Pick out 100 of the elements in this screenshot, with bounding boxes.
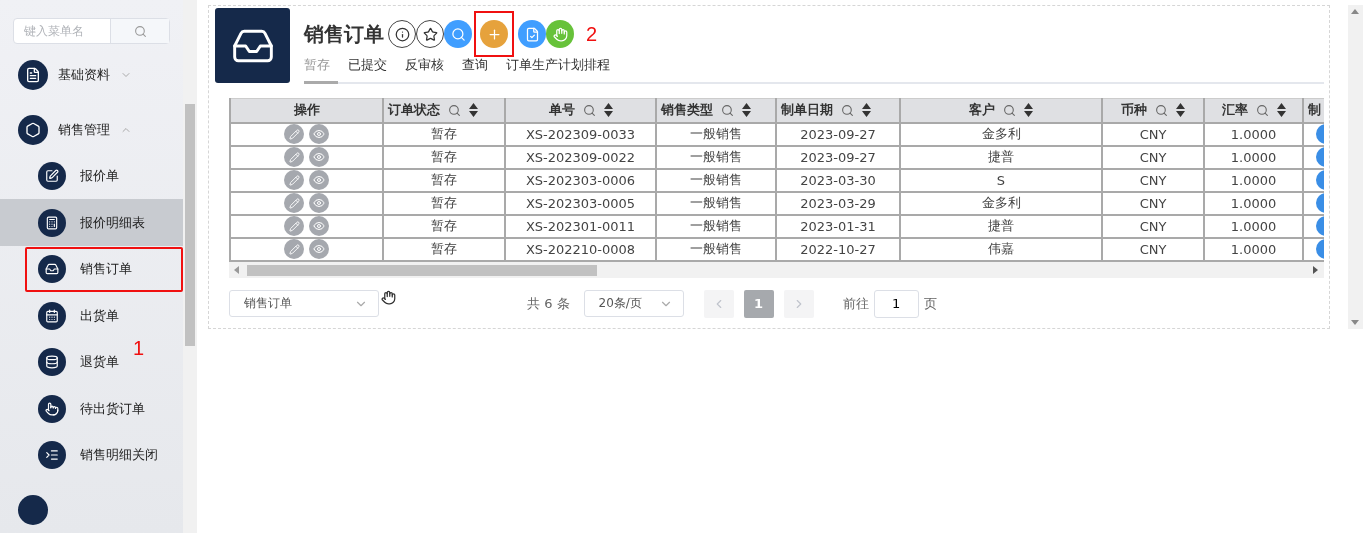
view-button[interactable] [309, 170, 329, 190]
sort-icon[interactable] [603, 103, 613, 118]
sort-icon[interactable] [1176, 103, 1185, 118]
list-icon [38, 441, 66, 470]
table-cell: 暂存 [431, 241, 457, 256]
annotation-number: 1 [133, 338, 145, 358]
tab[interactable]: 订单生产计划排程 [506, 54, 618, 84]
scrollbar[interactable] [1348, 5, 1363, 329]
eye-icon [313, 220, 325, 232]
page-input[interactable]: 1 [873, 289, 919, 318]
menu-item[interactable]: 待出货订单 [80, 399, 145, 418]
menu-item[interactable]: 销售订单 [80, 260, 132, 279]
table-cell: XS-202309-0033 [525, 126, 636, 142]
column-header: 制 [1308, 101, 1321, 120]
calculator-icon [38, 208, 66, 237]
table-cell: 暂存 [431, 149, 457, 164]
edit-icon [38, 162, 66, 191]
pencil-icon [288, 197, 300, 209]
sort-icon[interactable] [1024, 103, 1033, 118]
table-cell: 2023-09-27 [800, 149, 876, 165]
menu-search-field[interactable]: 键入菜单名 [13, 18, 170, 45]
sort-icon[interactable] [469, 103, 478, 118]
table-cell: 一般销售 [690, 195, 742, 210]
document-check-button[interactable] [518, 20, 546, 48]
table-cell: 1.0000 [1230, 172, 1277, 188]
document-check-icon [524, 26, 540, 42]
table-cell: 暂存 [431, 172, 457, 187]
search-icon[interactable] [582, 103, 596, 117]
favorite-button[interactable] [416, 20, 444, 48]
column-header: 订单状态 [388, 101, 440, 120]
column-header: 操作 [293, 101, 320, 120]
sort-icon[interactable] [1276, 103, 1286, 118]
search-icon[interactable] [1003, 103, 1016, 117]
table-cell: 2022-10-27 [800, 241, 876, 257]
search-icon[interactable] [448, 103, 461, 117]
view-button[interactable] [309, 124, 329, 144]
search-icon[interactable] [721, 103, 734, 117]
edit-button[interactable] [284, 239, 304, 259]
view-button[interactable] [309, 239, 329, 259]
hand-icon[interactable] [381, 289, 396, 305]
search-icon[interactable] [1155, 103, 1168, 117]
table-cell: 2023-03-29 [800, 195, 876, 211]
table-cell: 一般销售 [690, 218, 742, 233]
sort-icon[interactable] [862, 103, 871, 118]
pencil-icon [288, 128, 300, 140]
menu-item[interactable]: 退货单 [80, 353, 119, 372]
edit-button[interactable] [284, 170, 304, 190]
edit-button[interactable] [284, 124, 304, 144]
eye-icon [313, 128, 325, 140]
tab[interactable]: 反审核 [405, 54, 452, 84]
table-cell: CNY [1139, 195, 1167, 211]
table-cell: 2023-03-30 [800, 172, 876, 188]
tab[interactable]: 查询 [462, 54, 496, 84]
table-cell: XS-202301-0011 [525, 218, 636, 234]
table-cell: XS-202210-0008 [525, 241, 636, 257]
view-button[interactable] [309, 147, 329, 167]
search-icon[interactable] [841, 103, 854, 117]
add-button[interactable] [480, 20, 508, 48]
table-cell: CNY [1139, 241, 1167, 257]
calendar-icon [38, 301, 66, 330]
table-cell: 金多利 [981, 126, 1021, 141]
search-icon[interactable] [1255, 103, 1269, 117]
document-icon [18, 60, 48, 91]
tray-icon [215, 8, 290, 83]
pencil-icon [288, 243, 300, 255]
menu-item[interactable]: 销售明细关闭 [80, 446, 158, 465]
column-header: 汇率 [1221, 101, 1248, 120]
table-cell: CNY [1139, 149, 1167, 165]
search-icon [450, 26, 466, 42]
table-cell: 2023-01-31 [800, 218, 876, 234]
table-cell: 1.0000 [1230, 149, 1277, 165]
search-icon [133, 24, 147, 38]
table-cell: 1.0000 [1230, 241, 1277, 257]
column-header: 币种 [1121, 101, 1147, 120]
pencil-icon [288, 151, 300, 163]
sort-icon[interactable] [742, 103, 751, 118]
table-cell: 暂存 [431, 195, 457, 210]
edit-button[interactable] [284, 216, 304, 236]
info-button[interactable] [388, 20, 416, 48]
menu-item[interactable]: 出货单 [80, 306, 119, 325]
edit-button[interactable] [284, 193, 304, 213]
table-cell: CNY [1139, 218, 1167, 234]
view-button[interactable] [309, 193, 329, 213]
scrollbar[interactable] [183, 0, 197, 533]
view-button[interactable] [309, 216, 329, 236]
menu-group-label[interactable]: 销售管理 [58, 120, 110, 139]
view-select[interactable]: 销售订单 [229, 290, 379, 317]
edit-button[interactable] [284, 147, 304, 167]
menu-item[interactable]: 报价明细表 [80, 213, 145, 232]
table-cell: 金多利 [981, 195, 1021, 210]
tab[interactable]: 已提交 [348, 54, 395, 84]
menu-group-label[interactable]: 基础资料 [58, 66, 110, 85]
eye-icon [313, 174, 325, 186]
hand-button[interactable] [546, 20, 574, 48]
pencil-icon [288, 220, 300, 232]
page-size-select[interactable]: 20条/页 [583, 290, 684, 317]
table-cell: 捷普 [988, 149, 1014, 164]
menu-item[interactable]: 报价单 [80, 167, 119, 186]
table-cell: XS-202309-0022 [525, 149, 636, 165]
table-cell: 暂存 [431, 126, 457, 141]
